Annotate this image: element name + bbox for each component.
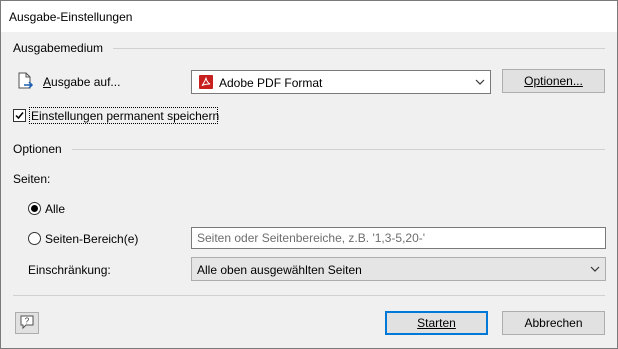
radio-selected-dot [31, 205, 38, 212]
output-label-rest: usgabe auf... [51, 75, 121, 89]
section-divider [113, 48, 605, 49]
pages-label: Seiten: [13, 172, 51, 186]
start-button[interactable]: Starten [385, 311, 488, 335]
svg-text:?: ? [25, 316, 30, 325]
dialog-window: Ausgabe-Einstellungen Ausgabemedium Ausg… [0, 0, 618, 349]
section-label-ausgabemedium: Ausgabemedium [13, 41, 104, 55]
output-target-label: Ausgabe auf... [43, 75, 120, 89]
output-accesskey: A [43, 75, 52, 89]
radio-all-pages[interactable] [28, 202, 41, 215]
remember-settings-label[interactable]: Einstellungen permanent speichern [31, 109, 219, 123]
restriction-label: Einschränkung: [28, 263, 111, 277]
radio-range-label[interactable]: Seiten-Bereich(e) [45, 232, 138, 246]
title-bar[interactable]: Ausgabe-Einstellungen [1, 1, 617, 32]
printer-select[interactable]: Adobe PDF Format [191, 70, 491, 94]
help-icon: ? [20, 315, 34, 332]
chevron-down-icon [590, 263, 600, 273]
section-label-optionen: Optionen [13, 142, 62, 156]
restriction-select-value: Alle oben ausgewählten Seiten [197, 263, 362, 277]
checkmark-icon [15, 112, 24, 120]
radio-all-label[interactable]: Alle [45, 202, 65, 216]
window-title: Ausgabe-Einstellungen [9, 10, 133, 24]
start-button-label: Starten [417, 316, 456, 330]
restriction-select[interactable]: Alle oben ausgewählten Seiten [191, 257, 606, 281]
cancel-button-label: Abbrechen [524, 316, 583, 330]
radio-page-range[interactable] [28, 232, 41, 245]
adobe-pdf-icon [199, 75, 213, 89]
page-range-placeholder: Seiten oder Seitenbereiche, z.B. '1,3-5,… [197, 231, 426, 245]
remember-settings-checkbox[interactable] [13, 109, 26, 122]
chevron-down-icon [475, 76, 485, 86]
printer-select-value: Adobe PDF Format [219, 76, 323, 90]
page-range-input[interactable]: Seiten oder Seitenbereiche, z.B. '1,3-5,… [191, 227, 606, 249]
cancel-button[interactable]: Abbrechen [502, 311, 605, 335]
help-button[interactable]: ? [15, 312, 39, 334]
options-button[interactable]: Optionen... [502, 69, 605, 93]
options-button-label: Optionen... [524, 74, 583, 88]
section-divider [72, 149, 605, 150]
document-arrow-icon [15, 71, 35, 91]
footer-divider [13, 295, 605, 296]
